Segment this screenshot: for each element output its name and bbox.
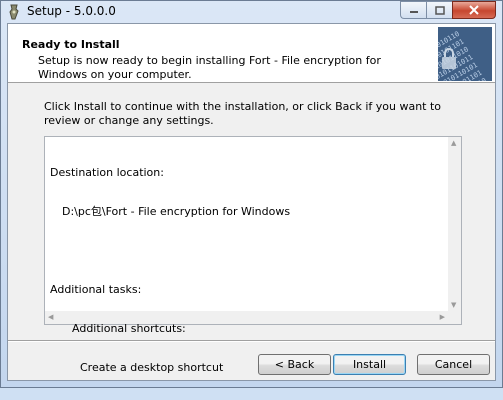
setup-app-icon (9, 4, 19, 20)
minimize-icon (409, 11, 418, 13)
vertical-scrollbar[interactable]: ▲ ▼ (448, 137, 461, 311)
page-subtitle: Setup is now ready to begin installing F… (38, 54, 381, 81)
wizard-page: Ready to Install Setup is now ready to b… (7, 23, 496, 381)
instructions-text: Click Install to continue with the insta… (44, 100, 442, 127)
maximize-button[interactable] (426, 1, 452, 19)
back-button[interactable]: < Back (258, 354, 331, 375)
install-button[interactable]: Install (333, 354, 406, 375)
binary-lock-image: 1011010110 0110101101 1101011010 0101101… (438, 27, 492, 81)
tasks-heading: Additional tasks: (50, 283, 142, 296)
memo-content: Destination location: D:\pc包\Fort - File… (50, 140, 290, 400)
window-title: Setup - 5.0.0.0 (27, 4, 116, 18)
setup-window: Setup - 5.0.0.0 Ready to Install Setup i… (0, 0, 503, 388)
shortcut-item: Create a desktop shortcut (80, 361, 224, 374)
destination-heading: Destination location: (50, 166, 164, 179)
maximize-icon (434, 5, 445, 15)
page-title: Ready to Install (22, 38, 120, 51)
title-bar[interactable]: Setup - 5.0.0.0 (1, 1, 502, 23)
wizard-header: Ready to Install Setup is now ready to b… (8, 24, 495, 83)
ready-memo[interactable]: Destination location: D:\pc包\Fort - File… (44, 136, 462, 374)
close-button[interactable] (452, 1, 496, 19)
minimize-button[interactable] (400, 1, 426, 19)
scrollbar-corner (448, 311, 461, 324)
horizontal-scrollbar[interactable]: ◀ ▶ (45, 311, 448, 324)
close-icon (469, 5, 479, 15)
cancel-button[interactable]: Cancel (417, 354, 490, 375)
scroll-up-icon[interactable]: ▲ (451, 140, 456, 147)
scroll-left-icon[interactable]: ◀ (48, 314, 53, 321)
button-bar-divider (8, 340, 495, 342)
scroll-down-icon[interactable]: ▼ (451, 302, 456, 309)
scroll-right-icon[interactable]: ▶ (440, 314, 445, 321)
destination-path: D:\pc包\Fort - File encryption for Window… (62, 205, 291, 218)
